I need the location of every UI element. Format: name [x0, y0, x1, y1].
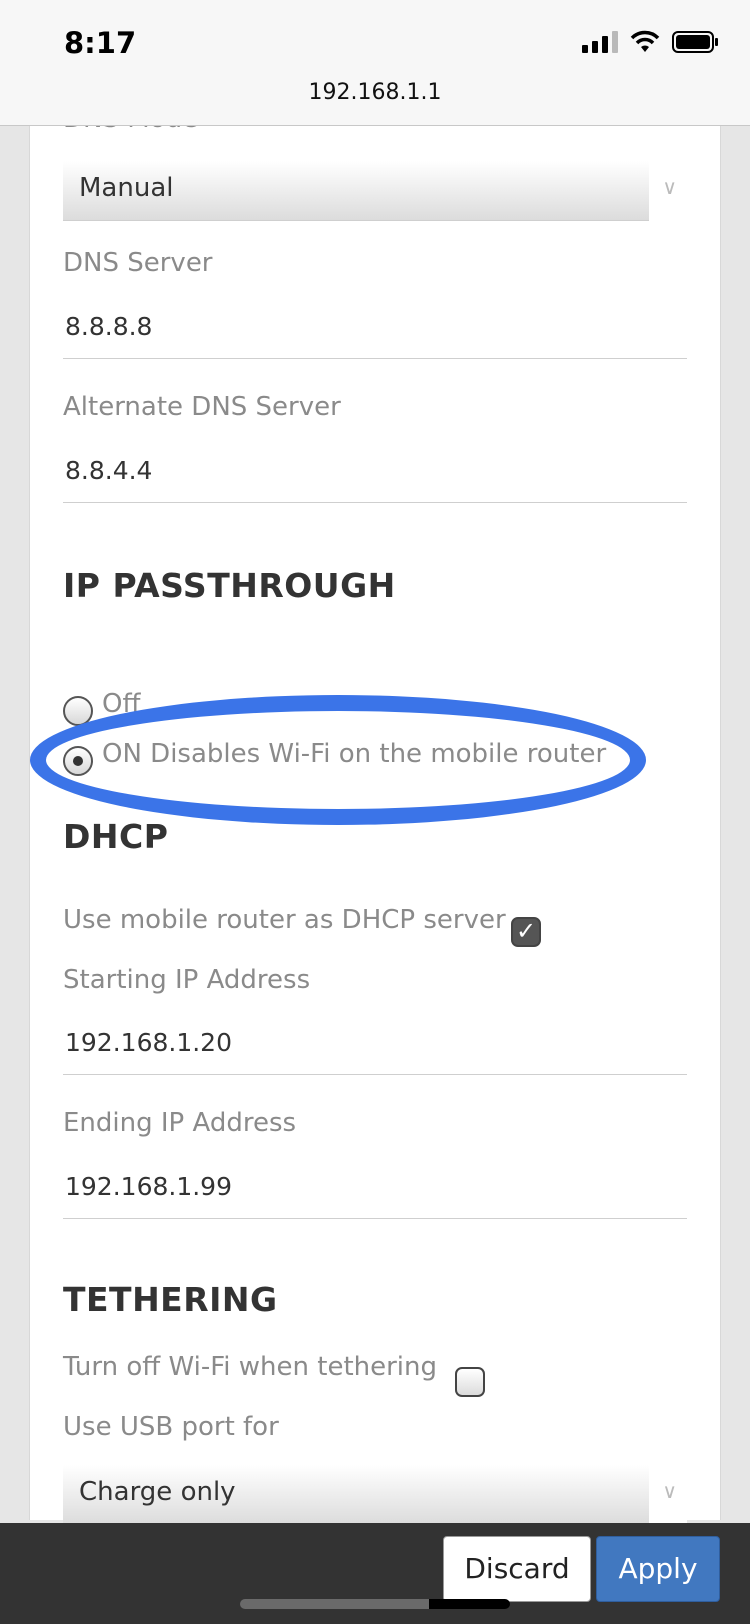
alt-dns-server-label: Alternate DNS Server [63, 392, 341, 422]
cellular-signal-icon [582, 31, 618, 53]
checkmark-icon: ✓ [516, 917, 537, 945]
dhcp-server-label: Use mobile router as DHCP server [63, 905, 506, 935]
action-bar: Discard Apply [0, 1523, 750, 1624]
alt-dns-server-input[interactable]: 8.8.4.4 [65, 456, 152, 485]
battery-icon [672, 31, 718, 53]
usb-port-label: Use USB port for [63, 1412, 279, 1442]
home-indicator[interactable] [240, 1599, 510, 1609]
dns-server-underline [63, 358, 687, 359]
chevron-down-icon: ∨ [662, 175, 677, 199]
dns-mode-select[interactable]: Manual ∨ [63, 161, 687, 221]
ending-ip-input[interactable]: 192.168.1.99 [65, 1172, 232, 1201]
starting-ip-input[interactable]: 192.168.1.20 [65, 1028, 232, 1057]
discard-button[interactable]: Discard [443, 1536, 591, 1602]
ending-ip-label: Ending IP Address [63, 1108, 297, 1138]
tethering-wifi-off-checkbox[interactable] [455, 1367, 485, 1397]
ending-ip-underline [63, 1218, 687, 1219]
status-time: 8:17 [64, 26, 137, 60]
dhcp-heading: DHCP [63, 817, 169, 856]
ip-passthrough-heading: IP PASSTHROUGH [63, 566, 396, 605]
dns-server-input[interactable]: 8.8.8.8 [65, 312, 152, 341]
tethering-wifi-off-label: Turn off Wi-Fi when tethering [63, 1352, 438, 1382]
starting-ip-label: Starting IP Address [63, 965, 311, 995]
address-bar-url[interactable]: 192.168.1.1 [0, 80, 750, 105]
dhcp-server-checkbox[interactable]: ✓ [511, 917, 541, 947]
usb-port-select[interactable]: Charge only ∨ [63, 1465, 687, 1525]
starting-ip-underline [63, 1074, 687, 1075]
alt-dns-server-underline [63, 502, 687, 503]
tethering-heading: TETHERING [63, 1280, 278, 1319]
wifi-icon [630, 30, 660, 52]
status-icons [582, 30, 720, 54]
dns-mode-value: Manual [79, 173, 174, 203]
usb-port-value: Charge only [79, 1477, 236, 1507]
dns-server-label: DNS Server [63, 248, 213, 278]
chevron-down-icon: ∨ [662, 1479, 677, 1503]
highlight-ellipse-annotation [30, 695, 646, 825]
browser-top-bar: 8:17 192.168.1.1 [0, 0, 750, 126]
apply-button[interactable]: Apply [596, 1536, 720, 1602]
